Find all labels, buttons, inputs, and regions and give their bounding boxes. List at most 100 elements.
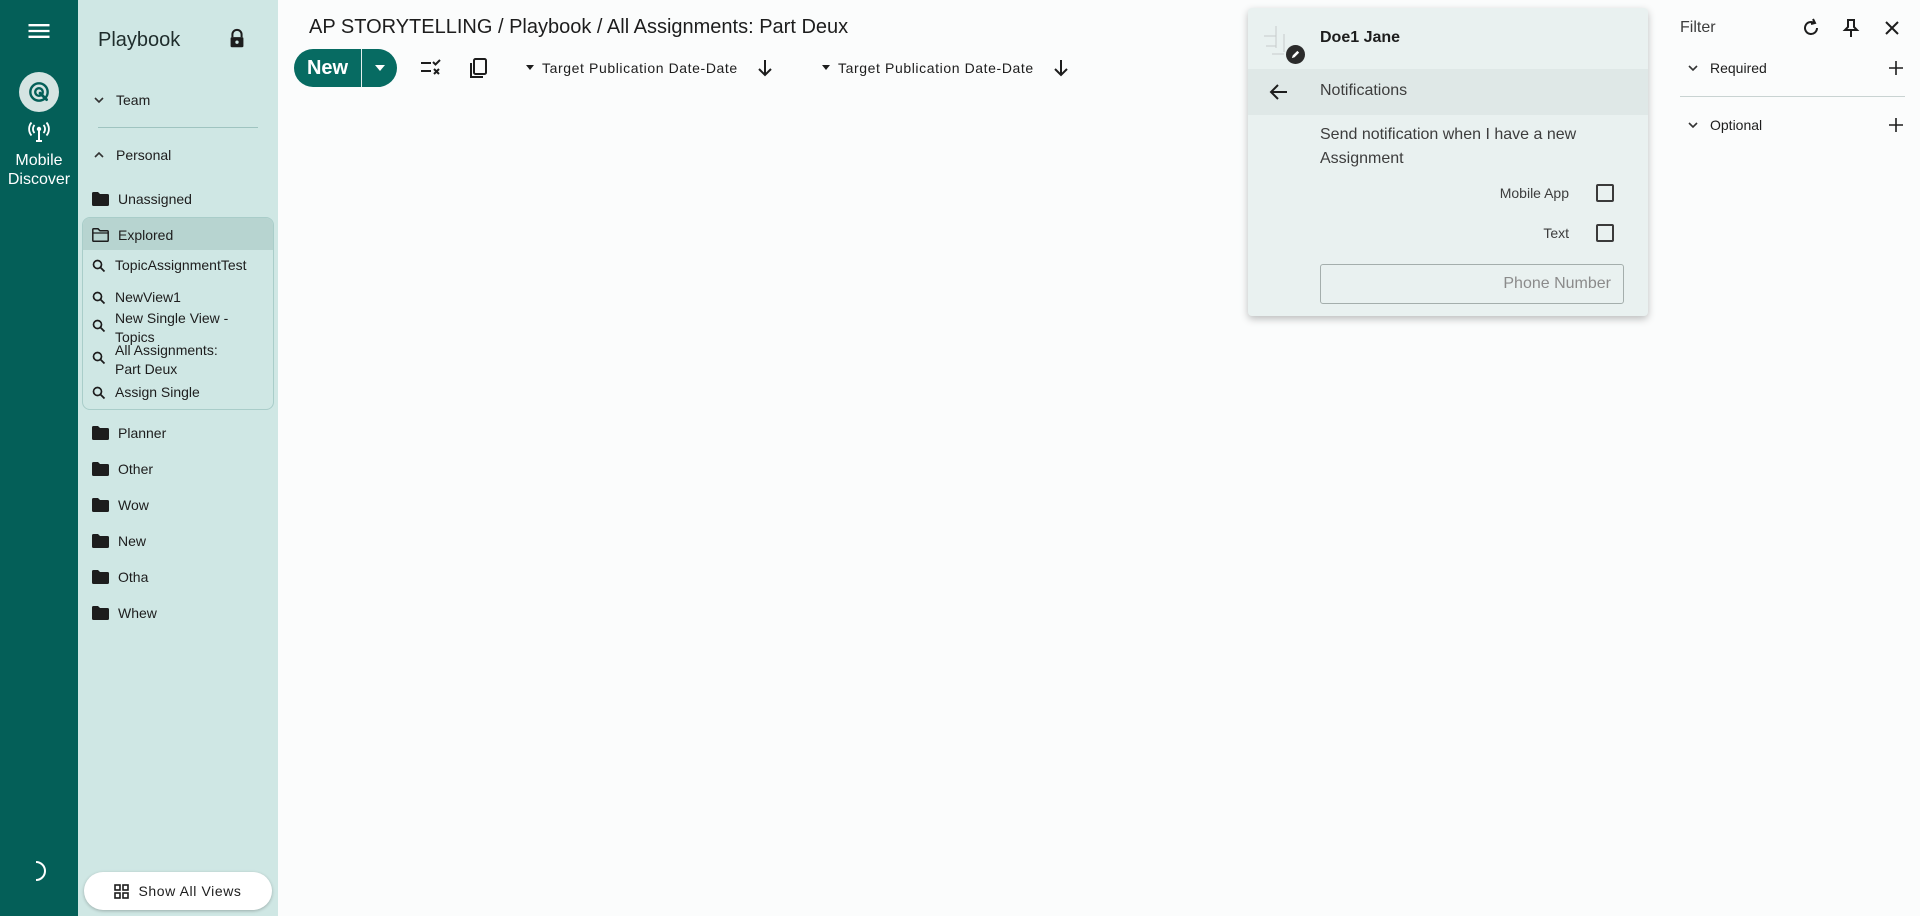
- grid-icon: [114, 883, 130, 899]
- search-icon: [92, 259, 106, 273]
- folder-open-icon: [92, 228, 109, 242]
- option-mobile-app: Mobile App: [1500, 184, 1614, 202]
- search-icon: [92, 291, 106, 305]
- section-personal[interactable]: Personal: [92, 143, 171, 167]
- sort-label: Target Publication Date-Date: [838, 60, 1034, 76]
- folder-explored[interactable]: Explored: [83, 218, 273, 250]
- folder-whew[interactable]: Whew: [92, 601, 157, 625]
- nav-rail: Mobile Discover: [0, 0, 78, 916]
- filter-group-label: Required: [1710, 60, 1767, 76]
- chevron-down-icon: [1688, 122, 1698, 129]
- new-button[interactable]: New: [294, 49, 361, 87]
- new-dropdown-button[interactable]: [361, 49, 397, 87]
- search-icon: [92, 386, 106, 400]
- caret-down-icon: [374, 65, 385, 71]
- pin-icon[interactable]: [1840, 17, 1862, 39]
- caret-down-icon: [526, 65, 534, 70]
- folder-label: Unassigned: [118, 191, 192, 207]
- sort-control-2[interactable]: Target Publication Date-Date: [822, 55, 1072, 81]
- view-label: Assign Single: [115, 384, 200, 400]
- notification-description: Send notification when I have a new Assi…: [1320, 126, 1577, 167]
- option-label: Mobile App: [1499, 185, 1569, 201]
- folder-unassigned[interactable]: Unassigned: [92, 187, 192, 211]
- folder-icon: [92, 534, 109, 548]
- view-label: NewView1: [115, 289, 181, 305]
- caret-down-icon: [822, 65, 830, 70]
- lock-icon[interactable]: [226, 28, 248, 50]
- folder-icon: [92, 570, 109, 584]
- chevron-down-icon: [94, 97, 104, 104]
- breadcrumb: AP STORYTELLING / Playbook / All Assignm…: [309, 16, 849, 38]
- back-arrow-icon[interactable]: [1268, 81, 1290, 103]
- sidebar: Playbook Team Personal Unassigned Explor…: [78, 0, 278, 916]
- section-label: Personal: [116, 147, 172, 163]
- notifications-title: Notifications: [1320, 82, 1408, 99]
- folder-icon: [92, 498, 109, 512]
- arrow-down-icon[interactable]: [754, 57, 776, 79]
- folder-explored-group: Explored TopicAssignmentTest NewView1 Ne…: [82, 217, 274, 410]
- arrow-down-icon[interactable]: [1050, 57, 1072, 79]
- show-all-views-button[interactable]: Show All Views: [84, 872, 272, 910]
- sidebar-title: Playbook: [98, 29, 181, 51]
- folder-label: Otha: [118, 569, 149, 585]
- folder-icon: [92, 192, 109, 206]
- option-text: Text: [1543, 224, 1614, 242]
- folder-label: Other: [118, 461, 154, 477]
- rail-app-label[interactable]: Mobile Discover: [0, 151, 78, 189]
- folder-planner[interactable]: Planner: [92, 421, 166, 445]
- folder-icon: [92, 462, 109, 476]
- new-split-button: New: [294, 49, 397, 87]
- view-label: TopicAssignmentTest: [115, 257, 247, 273]
- folder-label: Wow: [118, 497, 149, 513]
- folder-wow[interactable]: Wow: [92, 493, 149, 517]
- folder-otha[interactable]: Otha: [92, 565, 148, 589]
- discover-icon[interactable]: [19, 72, 59, 112]
- antenna-icon[interactable]: [27, 121, 51, 143]
- view-item[interactable]: All Assignments: Part Deux: [92, 341, 242, 379]
- view-item[interactable]: Assign Single: [92, 383, 200, 402]
- folder-label: Planner: [118, 425, 167, 441]
- add-icon[interactable]: [1887, 116, 1905, 134]
- folder-other[interactable]: Other: [92, 457, 153, 481]
- checklist-icon[interactable]: [418, 55, 444, 81]
- add-icon[interactable]: [1887, 59, 1905, 77]
- search-icon: [92, 351, 106, 365]
- filter-group-optional[interactable]: Optional: [1680, 113, 1905, 137]
- section-label: Team: [116, 92, 151, 108]
- filter-group-label: Optional: [1710, 117, 1763, 133]
- sort-control-1[interactable]: Target Publication Date-Date: [526, 55, 776, 81]
- notifications-header: Notifications: [1248, 69, 1648, 115]
- copy-icon[interactable]: [466, 55, 492, 81]
- view-item[interactable]: NewView1: [92, 288, 181, 307]
- section-team[interactable]: Team: [92, 88, 150, 112]
- reset-icon[interactable]: [1800, 17, 1822, 39]
- view-item[interactable]: TopicAssignmentTest: [92, 256, 247, 275]
- menu-icon[interactable]: [25, 17, 53, 45]
- view-label: All Assignments: Part Deux: [115, 342, 218, 377]
- folder-explored-header[interactable]: Explored: [92, 223, 173, 247]
- filter-title: Filter: [1680, 19, 1716, 36]
- close-icon[interactable]: [1881, 17, 1903, 39]
- text-checkbox[interactable]: [1596, 224, 1614, 242]
- sort-label: Target Publication Date-Date: [542, 60, 738, 76]
- mobile-app-checkbox[interactable]: [1596, 184, 1614, 202]
- folder-label: New: [118, 533, 147, 549]
- show-all-label: Show All Views: [138, 883, 242, 899]
- folder-icon: [92, 606, 109, 620]
- user-notifications-popup: Doe1 Jane Notifications Send notificatio…: [1248, 8, 1648, 316]
- option-label: Text: [1543, 225, 1569, 241]
- search-icon: [92, 319, 106, 333]
- divider: [98, 127, 258, 128]
- chevron-up-icon: [94, 151, 104, 158]
- user-name: Doe1 Jane: [1320, 29, 1401, 46]
- chevron-down-icon: [1688, 65, 1698, 72]
- folder-label: Explored: [118, 227, 174, 243]
- folder-icon: [92, 426, 109, 440]
- divider: [1680, 96, 1905, 97]
- filter-group-required[interactable]: Required: [1680, 56, 1905, 80]
- folder-label: Whew: [118, 605, 157, 621]
- folder-new[interactable]: New: [92, 529, 146, 553]
- edit-avatar-icon[interactable]: [1286, 45, 1305, 64]
- dark-mode-icon[interactable]: [27, 859, 51, 883]
- phone-number-input[interactable]: [1320, 264, 1624, 304]
